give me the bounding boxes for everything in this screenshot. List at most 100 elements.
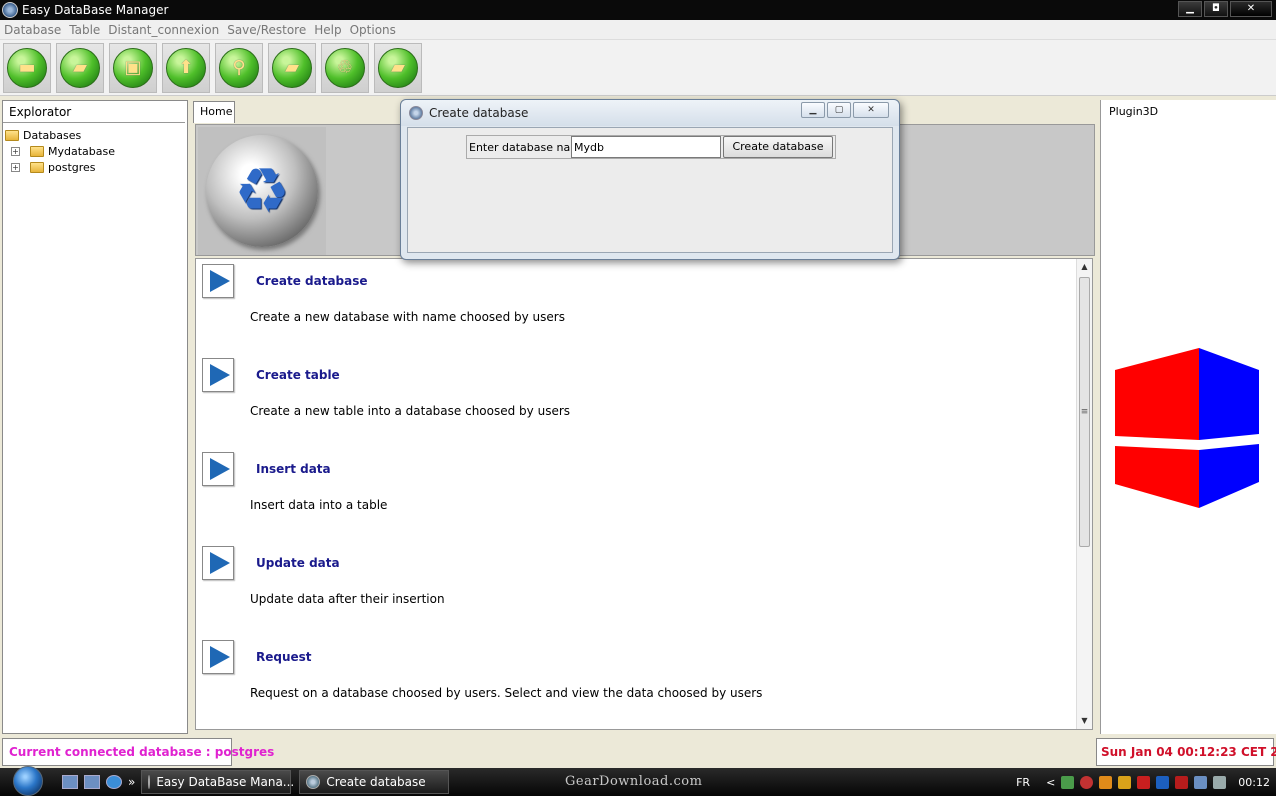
folder-gear-icon: ▰ — [272, 47, 312, 88]
menu-distant-connexion[interactable]: Distant_connexion — [108, 23, 219, 37]
globe-logo: ♻ — [198, 127, 326, 255]
internet-explorer-icon[interactable] — [106, 775, 122, 789]
bluetooth-icon[interactable] — [1156, 775, 1170, 789]
action-description: Update data after their insertion — [250, 592, 445, 606]
menu-help[interactable]: Help — [314, 23, 341, 37]
device-icon[interactable] — [1175, 775, 1189, 789]
menu-database[interactable]: Database — [4, 23, 61, 37]
scroll-down-icon[interactable]: ▼ — [1077, 713, 1092, 729]
create-table-button[interactable] — [202, 358, 234, 392]
create-database-button[interactable] — [202, 264, 234, 298]
minimize-button[interactable]: ▁ — [1178, 1, 1202, 17]
action-title[interactable]: Create database — [256, 274, 368, 288]
clock[interactable]: 00:12 — [1238, 776, 1270, 789]
play-icon — [210, 364, 230, 386]
recycle-bin-icon: ♲ — [325, 47, 365, 88]
title-bar: Easy DataBase Manager ▁ ◘ ✕ — [0, 0, 1276, 20]
toolbar-button-upload[interactable]: ⬆ — [162, 42, 210, 93]
task-easy-database-manager[interactable]: Easy DataBase Mana... — [141, 770, 294, 794]
toolbar-button-disk[interactable]: ▬ — [3, 42, 51, 93]
globe-icon: ♻ — [206, 135, 318, 247]
plugin3d-title: Plugin3D — [1109, 105, 1159, 118]
tree-item-postgres[interactable]: + postgres — [5, 159, 185, 175]
quick-launch-more[interactable]: » — [128, 775, 135, 789]
expand-icon[interactable]: + — [11, 146, 20, 156]
database-name-label: Enter database name — [469, 140, 588, 154]
dialog-minimize-button[interactable]: ▁ — [801, 102, 825, 118]
create-database-submit-button[interactable]: Create database — [723, 136, 833, 158]
action-title[interactable]: Update data — [256, 556, 340, 570]
tree-root[interactable]: Databases — [5, 127, 185, 143]
database-name-input[interactable] — [571, 136, 721, 158]
network-icon[interactable] — [1061, 775, 1075, 789]
folder-icon — [5, 129, 19, 141]
toolbar: ▬ ▰ ▣ ⬆ ⚲ ▰ ♲ ▰ — [0, 40, 1276, 96]
action-title[interactable]: Request — [256, 650, 312, 664]
action-title[interactable]: Insert data — [256, 462, 331, 476]
dialog-maximize-button[interactable]: ▢ — [827, 102, 851, 118]
scroll-thumb[interactable]: ≡ — [1079, 277, 1090, 547]
alert-icon[interactable] — [1099, 775, 1113, 789]
task-create-database[interactable]: Create database — [299, 770, 450, 794]
scroll-up-icon[interactable]: ▲ — [1077, 259, 1092, 275]
close-button[interactable]: ✕ — [1230, 1, 1272, 17]
play-icon — [210, 646, 230, 668]
dialog-body: Enter database name Create database — [407, 127, 893, 253]
play-icon — [210, 552, 230, 574]
toolbar-button-search[interactable]: ⚲ — [215, 42, 263, 93]
tree-item-mydatabase[interactable]: + Mydatabase — [5, 143, 185, 159]
show-desktop-icon[interactable] — [62, 775, 78, 789]
action-description: Create a new database with name choosed … — [250, 310, 565, 324]
cube-face-red-top — [1115, 348, 1199, 440]
security-icon[interactable] — [1080, 775, 1094, 789]
toolbar-button-open[interactable]: ▰ — [56, 42, 104, 93]
folder-icon: ▰ — [378, 47, 418, 88]
switch-windows-icon[interactable] — [84, 775, 100, 789]
toolbar-button-folder-gear[interactable]: ▰ — [268, 42, 316, 93]
cube-face-blue-top — [1199, 348, 1259, 440]
app-icon — [2, 2, 18, 18]
quick-launch: » — [62, 775, 135, 789]
expand-icon[interactable]: + — [11, 162, 20, 172]
app-tray-icon[interactable] — [1118, 775, 1132, 789]
cube-face-blue-bottom — [1199, 444, 1259, 508]
tab-home[interactable]: Home — [193, 101, 235, 123]
action-description: Create a new table into a database choos… — [250, 404, 571, 418]
tree-root-label: Databases — [23, 128, 82, 142]
insert-data-button[interactable] — [202, 452, 234, 486]
connected-database-status: Current connected database : postgres — [2, 738, 274, 766]
upload-icon: ⬆ — [166, 47, 206, 88]
tray-expand-icon[interactable]: < — [1046, 776, 1055, 789]
recycle-arrows-icon: ♻ — [234, 154, 290, 227]
display-icon[interactable] — [1194, 775, 1208, 789]
volume-icon[interactable] — [1213, 775, 1227, 789]
vertical-scrollbar[interactable]: ▲ ≡ ▼ — [1076, 259, 1092, 729]
windows-logo-icon — [13, 766, 43, 796]
app-icon — [148, 775, 151, 789]
tree-item-label: postgres — [48, 160, 96, 174]
disk-icon: ▬ — [7, 47, 47, 88]
maximize-button[interactable]: ◘ — [1204, 1, 1228, 17]
dialog-title-bar: Create database ▁ ▢ ✕ — [401, 100, 899, 126]
dialog-close-button[interactable]: ✕ — [853, 102, 889, 118]
action-description: Request on a database choosed by users. … — [250, 686, 763, 700]
language-indicator[interactable]: FR — [1016, 776, 1030, 789]
watermark: GearDownload.com — [565, 774, 703, 789]
dialog-app-icon — [409, 106, 423, 120]
folder-icon — [30, 161, 44, 173]
taskbar: » Easy DataBase Mana... Create database … — [0, 766, 1276, 796]
update-data-button[interactable] — [202, 546, 234, 580]
action-title[interactable]: Create table — [256, 368, 340, 382]
start-button[interactable] — [0, 766, 56, 796]
toolbar-button-recycle[interactable]: ♲ — [321, 42, 369, 93]
date-time-status: Sun Jan 04 00:12:23 CET 2009 — [1096, 738, 1276, 766]
pdf-icon[interactable] — [1137, 775, 1151, 789]
home-actions: Create database Create a new database wi… — [195, 258, 1093, 730]
menu-table[interactable]: Table — [69, 23, 100, 37]
toolbar-button-folder[interactable]: ▰ — [374, 42, 422, 93]
toolbar-button-window[interactable]: ▣ — [109, 42, 157, 93]
folder-icon — [30, 145, 44, 157]
menu-save-restore[interactable]: Save/Restore — [227, 23, 306, 37]
request-button[interactable] — [202, 640, 234, 674]
menu-options[interactable]: Options — [350, 23, 396, 37]
